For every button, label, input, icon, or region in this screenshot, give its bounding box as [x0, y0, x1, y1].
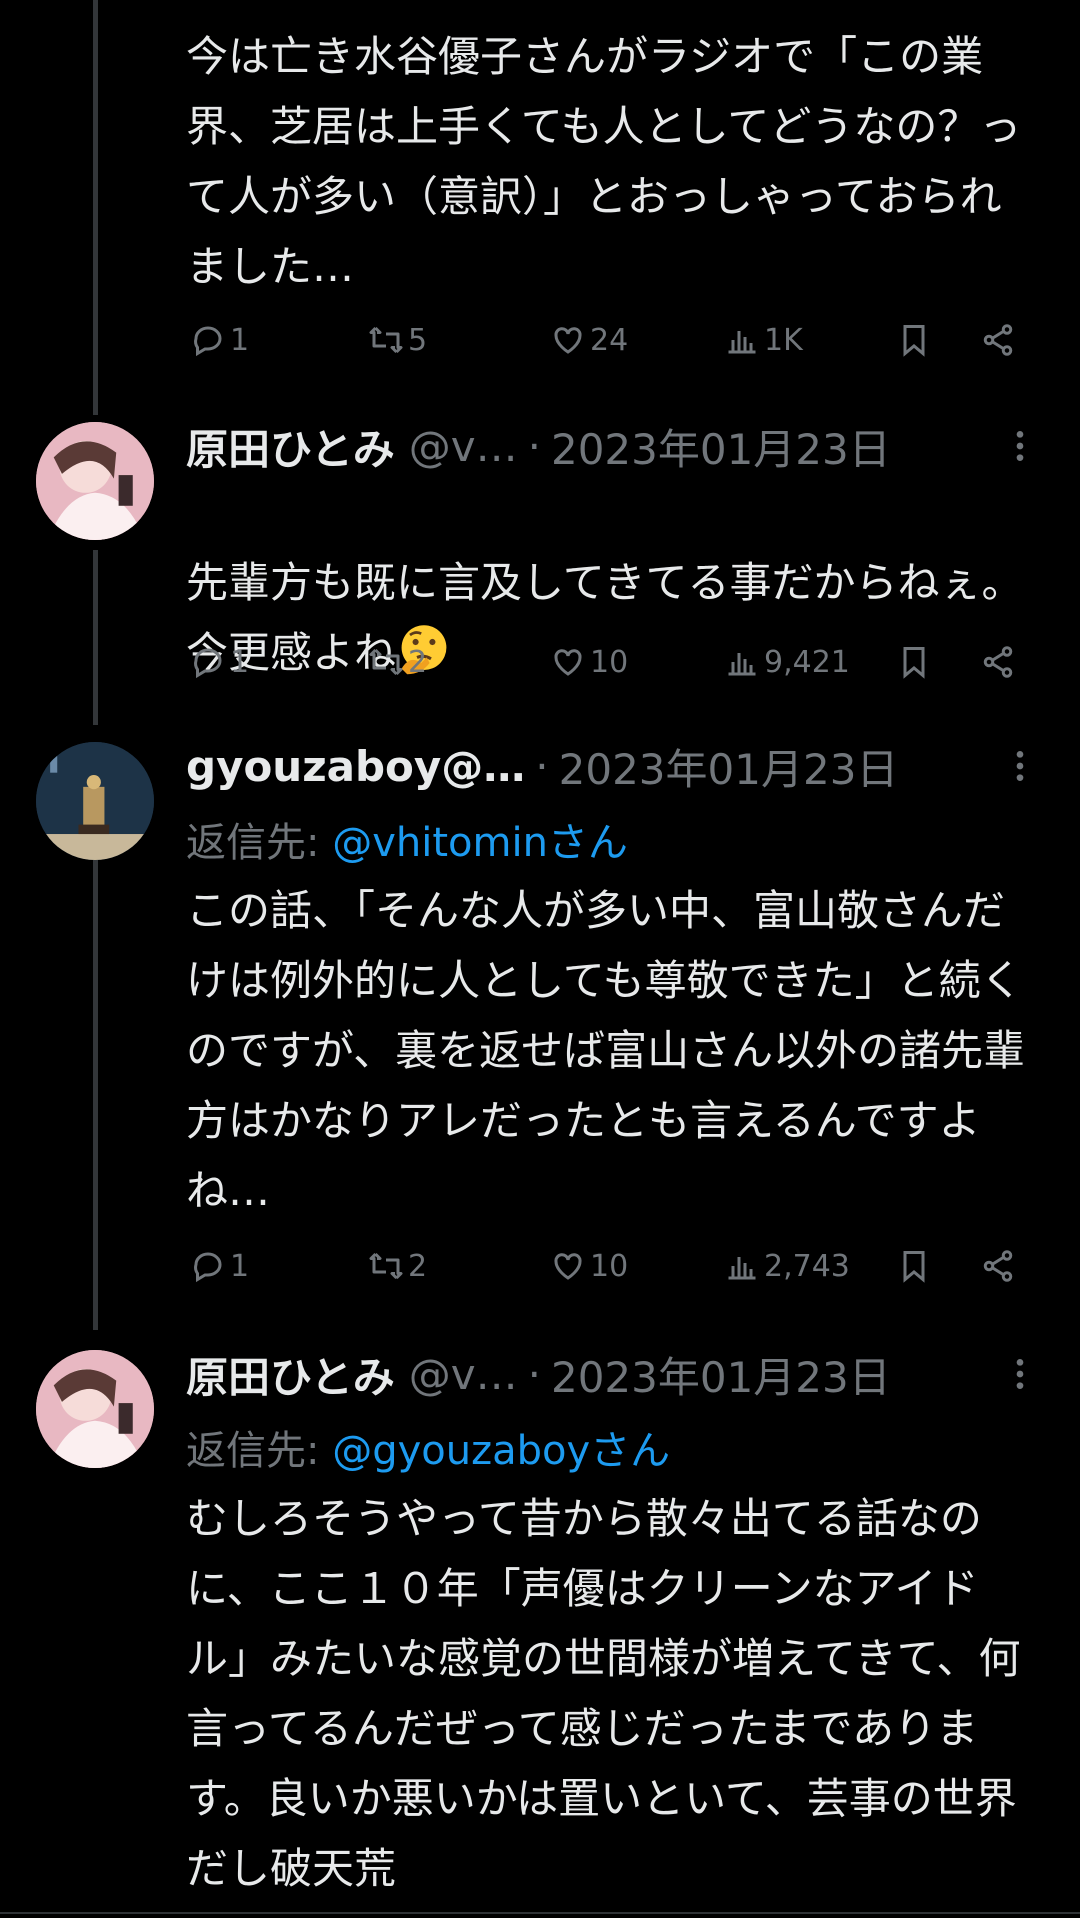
- views-icon: [728, 1257, 756, 1280]
- tweet-date[interactable]: 2023年01月23日: [559, 736, 899, 797]
- tweet-text: 今は亡き水谷優子さんがラジオで「この業界、芝居は上手くても人としてどうなの？って…: [186, 32, 1022, 291]
- tweet-text: 先輩方も既に言及してきてる事だからねぇ。今更感よね: [186, 478, 1026, 677]
- retweet-button[interactable]: 2: [368, 634, 427, 690]
- more-icon[interactable]: [1000, 746, 1040, 786]
- like-button[interactable]: 10: [550, 634, 628, 690]
- more-icon[interactable]: [1000, 426, 1040, 466]
- views-count: 2,743: [764, 1248, 850, 1284]
- bottom-divider: [0, 1912, 1080, 1918]
- tweet-header: gyouzaboy@… · 2023年01月23日: [186, 738, 1040, 794]
- retweet-count: 5: [408, 322, 428, 358]
- display-name[interactable]: gyouzaboy@…: [186, 742, 525, 791]
- retweet-icon: [369, 648, 403, 676]
- views-count: 1K: [764, 322, 803, 358]
- reply-button[interactable]: 1: [190, 1238, 249, 1294]
- reply-to-line: 返信先: @vhitominさん: [186, 810, 628, 868]
- tweet-header: 原田ひとみ @v… · 2023年01月23日: [186, 1346, 1040, 1402]
- more-icon[interactable]: [1000, 1354, 1040, 1394]
- like-button[interactable]: 24: [550, 312, 628, 368]
- share-button[interactable]: [980, 634, 1020, 690]
- like-count: 10: [590, 1248, 629, 1284]
- bookmark-icon: [903, 647, 925, 679]
- views-button[interactable]: 9,421: [724, 634, 850, 690]
- tweet-text: むしろそうやって昔から散々出てる話なのに、ここ１０年「声優はクリーンなアイドル」…: [186, 1494, 1021, 1893]
- tweet-header: 原田ひとみ @v… · 2023年01月23日: [186, 418, 1040, 474]
- reply-to-label: 返信先:: [186, 820, 333, 866]
- views-button[interactable]: 1K: [724, 312, 803, 368]
- tweet-actions: 1 2 10 9,421: [186, 634, 1026, 690]
- bookmark-button[interactable]: [896, 634, 936, 690]
- reply-button[interactable]: 1: [190, 312, 249, 368]
- like-icon: [554, 327, 582, 354]
- avatar-photo-icon: [36, 422, 154, 540]
- avatar[interactable]: [36, 742, 154, 860]
- reply-icon: [194, 648, 222, 679]
- like-count: 24: [590, 322, 629, 358]
- reply-to-mention[interactable]: @vhitominさん: [332, 820, 628, 866]
- avatar-photo-icon: [36, 742, 154, 860]
- like-count: 10: [590, 644, 629, 680]
- bookmark-icon: [903, 1251, 925, 1283]
- share-icon: [983, 324, 1013, 356]
- reply-count: 1: [230, 644, 250, 680]
- thread-line: [93, 860, 98, 1330]
- user-handle[interactable]: @v…: [409, 1350, 518, 1399]
- separator-dot: ·: [535, 741, 549, 791]
- tweet-date[interactable]: 2023年01月23日: [551, 416, 891, 477]
- thread-line: [93, 550, 98, 725]
- reply-to-mention[interactable]: @gyouzaboyさん: [332, 1428, 670, 1474]
- tweet-text: この話、「そんな人が多い中、富山敬さんだけは例外的に人としても尊敬できた」と続く…: [186, 886, 1026, 1215]
- reply-to-label: 返信先:: [186, 1428, 333, 1474]
- display-name[interactable]: 原田ひとみ: [186, 1344, 395, 1405]
- like-icon: [554, 649, 582, 676]
- views-icon: [728, 653, 756, 676]
- user-handle[interactable]: @v…: [409, 422, 518, 471]
- retweet-button[interactable]: 2: [368, 1238, 427, 1294]
- thread-line: [93, 0, 98, 415]
- avatar[interactable]: [36, 1350, 154, 1468]
- retweet-count: 2: [408, 1248, 428, 1284]
- share-icon: [983, 1250, 1013, 1282]
- reply-icon: [194, 326, 222, 357]
- views-button[interactable]: 2,743: [724, 1238, 850, 1294]
- tweet-date[interactable]: 2023年01月23日: [551, 1344, 891, 1405]
- reply-count: 1: [230, 1248, 250, 1284]
- share-icon: [983, 646, 1013, 678]
- share-button[interactable]: [980, 1238, 1020, 1294]
- display-name[interactable]: 原田ひとみ: [186, 416, 395, 477]
- retweet-button[interactable]: 5: [368, 312, 427, 368]
- like-icon: [554, 1253, 582, 1280]
- retweet-icon: [369, 326, 403, 354]
- bookmark-icon: [903, 325, 925, 357]
- avatar-photo-icon: [36, 1350, 154, 1468]
- reply-button[interactable]: 1: [190, 634, 249, 690]
- tweet-actions: 1 2 10 2,743: [186, 1238, 1026, 1294]
- reply-to-line: 返信先: @gyouzaboyさん: [186, 1418, 670, 1476]
- separator-dot: ·: [527, 421, 541, 471]
- views-count: 9,421: [764, 644, 850, 680]
- bookmark-button[interactable]: [896, 1238, 936, 1294]
- bookmark-button[interactable]: [896, 312, 936, 368]
- reply-icon: [194, 1252, 222, 1283]
- avatar[interactable]: [36, 422, 154, 540]
- views-icon: [728, 331, 756, 354]
- separator-dot: ·: [527, 1349, 541, 1399]
- retweet-icon: [369, 1252, 403, 1280]
- retweet-count: 2: [408, 644, 428, 680]
- share-button[interactable]: [980, 312, 1020, 368]
- tweet-actions: 1 5 24 1K: [186, 312, 1026, 368]
- like-button[interactable]: 10: [550, 1238, 628, 1294]
- timeline: 今は亡き水谷優子さんがラジオで「この業界、芝居は上手くても人としてどうなの？って…: [0, 0, 1080, 1918]
- reply-count: 1: [230, 322, 250, 358]
